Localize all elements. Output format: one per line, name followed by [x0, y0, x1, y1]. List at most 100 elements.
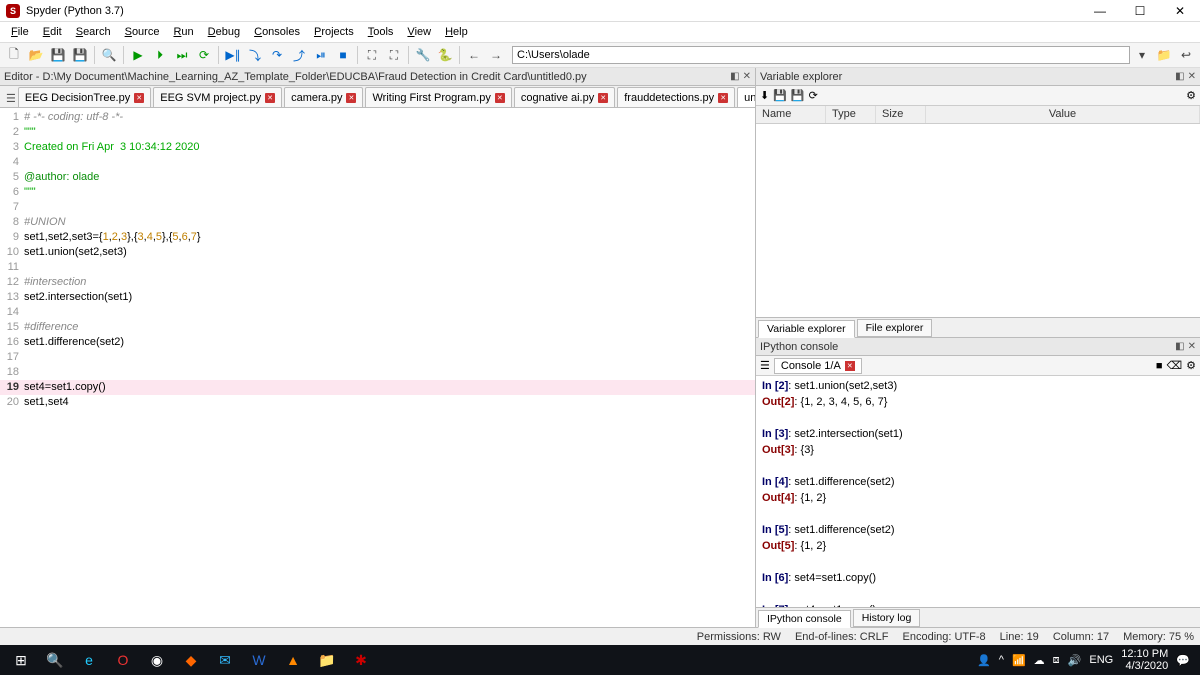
- close-button[interactable]: ✕: [1160, 0, 1200, 22]
- file-tab[interactable]: camera.py✕: [284, 87, 363, 107]
- menu-help[interactable]: Help: [438, 24, 475, 40]
- tab-history-log[interactable]: History log: [853, 609, 921, 627]
- save-data-icon[interactable]: 💾: [773, 89, 787, 102]
- forward-icon[interactable]: →: [486, 45, 506, 65]
- close-icon[interactable]: ✕: [346, 93, 356, 103]
- language-indicator[interactable]: ENG: [1089, 654, 1113, 666]
- file-tab[interactable]: EEG SVM project.py✕: [153, 87, 282, 107]
- people-icon[interactable]: 👤: [977, 654, 991, 667]
- search-icon[interactable]: 🔍: [38, 645, 72, 675]
- menu-debug[interactable]: Debug: [201, 24, 247, 40]
- options-icon[interactable]: ⚙: [1186, 89, 1196, 102]
- col-size[interactable]: Size: [876, 106, 926, 123]
- close-pane-icon[interactable]: ✕: [1188, 71, 1196, 82]
- edge-icon[interactable]: e: [72, 645, 106, 675]
- step-over-icon[interactable]: ↷: [267, 45, 287, 65]
- maximize-pane-icon[interactable]: ⛶: [362, 45, 382, 65]
- console-tab[interactable]: Console 1/A✕: [774, 358, 862, 374]
- minimize-button[interactable]: —: [1080, 0, 1120, 22]
- refresh-icon[interactable]: ⟳: [809, 89, 818, 102]
- cloud-icon[interactable]: ☁: [1034, 654, 1045, 667]
- menu-tools[interactable]: Tools: [361, 24, 401, 40]
- working-directory-field[interactable]: C:\Users\olade: [512, 46, 1130, 64]
- windows-taskbar[interactable]: ⊞ 🔍 e O ◉ ◆ ✉ W ▲ 📁 ✱ 👤 ^ 📶 ☁ ⧈ 🔊 ENG 12…: [0, 645, 1200, 675]
- col-type[interactable]: Type: [826, 106, 876, 123]
- preferences-icon[interactable]: 🔧: [413, 45, 433, 65]
- close-icon[interactable]: ✕: [718, 93, 728, 103]
- run-cell-icon[interactable]: ⏵: [150, 45, 170, 65]
- tab-variable-explorer[interactable]: Variable explorer: [758, 320, 855, 338]
- close-pane-icon[interactable]: ✕: [743, 71, 751, 82]
- import-icon[interactable]: ⬇: [760, 89, 769, 102]
- save-icon[interactable]: 💾: [48, 45, 68, 65]
- vlc-icon[interactable]: ▲: [276, 645, 310, 675]
- open-file-icon[interactable]: 📂: [26, 45, 46, 65]
- tray-expand-icon[interactable]: ^: [999, 654, 1004, 666]
- varexp-body[interactable]: [756, 124, 1200, 317]
- menu-source[interactable]: Source: [118, 24, 167, 40]
- menu-search[interactable]: Search: [69, 24, 118, 40]
- close-icon[interactable]: ✕: [265, 93, 275, 103]
- debug-icon[interactable]: ▶∥: [223, 45, 243, 65]
- back-icon[interactable]: ←: [464, 45, 484, 65]
- file-tab[interactable]: EEG DecisionTree.py✕: [18, 87, 151, 107]
- menu-consoles[interactable]: Consoles: [247, 24, 307, 40]
- parent-dir-icon[interactable]: ↩: [1176, 45, 1196, 65]
- clear-icon[interactable]: ⌫: [1167, 359, 1183, 372]
- close-pane-icon[interactable]: ✕: [1188, 341, 1196, 352]
- maximize-button[interactable]: ☐: [1120, 0, 1160, 22]
- menu-file[interactable]: File: [4, 24, 36, 40]
- new-file-icon[interactable]: 🗋: [4, 45, 24, 65]
- save-all-icon[interactable]: 💾: [70, 45, 90, 65]
- undock-icon[interactable]: ◧: [1175, 71, 1184, 82]
- file-tab[interactable]: frauddetections.py✕: [617, 87, 735, 107]
- undock-icon[interactable]: ◧: [730, 71, 739, 82]
- ipython-console[interactable]: In [2]: set1.union(set2,set3)Out[2]: {1,…: [756, 376, 1200, 607]
- fullscreen-icon[interactable]: ⛶: [384, 45, 404, 65]
- col-value[interactable]: Value: [926, 106, 1200, 123]
- menu-run[interactable]: Run: [166, 24, 200, 40]
- mail-icon[interactable]: ✉: [208, 645, 242, 675]
- col-name[interactable]: Name: [756, 106, 826, 123]
- run-icon[interactable]: ▶: [128, 45, 148, 65]
- dropdown-icon[interactable]: ▾: [1132, 45, 1152, 65]
- explorer-icon[interactable]: 📁: [310, 645, 344, 675]
- chrome-icon[interactable]: ◉: [140, 645, 174, 675]
- stop-icon[interactable]: ■: [1156, 360, 1163, 372]
- close-icon[interactable]: ✕: [495, 93, 505, 103]
- save-as-icon[interactable]: 💾: [791, 89, 805, 102]
- notifications-icon[interactable]: 💬: [1176, 654, 1190, 667]
- tab-file-explorer[interactable]: File explorer: [857, 319, 933, 337]
- menu-edit[interactable]: Edit: [36, 24, 69, 40]
- close-icon[interactable]: ✕: [134, 93, 144, 103]
- console-list-icon[interactable]: ☰: [760, 359, 770, 372]
- dropbox-icon[interactable]: ⧈: [1053, 654, 1060, 667]
- file-tab[interactable]: Writing First Program.py✕: [365, 87, 511, 107]
- close-icon[interactable]: ✕: [598, 93, 608, 103]
- code-editor[interactable]: 1# -*- coding: utf-8 -*-2"""3Created on …: [0, 108, 755, 627]
- spyder-taskbar-icon[interactable]: ✱: [344, 645, 378, 675]
- brave-icon[interactable]: ◆: [174, 645, 208, 675]
- options-icon[interactable]: ⚙: [1186, 359, 1196, 372]
- menu-projects[interactable]: Projects: [307, 24, 361, 40]
- search-icon[interactable]: 🔍: [99, 45, 119, 65]
- clock[interactable]: 12:10 PM4/3/2020: [1121, 648, 1168, 672]
- opera-icon[interactable]: O: [106, 645, 140, 675]
- browse-folder-icon[interactable]: 📁: [1154, 45, 1174, 65]
- continue-icon[interactable]: ⏯: [311, 45, 331, 65]
- step-out-icon[interactable]: ⤴: [289, 45, 309, 65]
- stop-debug-icon[interactable]: ■: [333, 45, 353, 65]
- close-icon[interactable]: ✕: [845, 361, 855, 371]
- step-into-icon[interactable]: ⤵: [245, 45, 265, 65]
- start-icon[interactable]: ⊞: [4, 645, 38, 675]
- menu-view[interactable]: View: [400, 24, 438, 40]
- file-tab[interactable]: cognative ai.py✕: [514, 87, 615, 107]
- tab-ipython-console[interactable]: IPython console: [758, 610, 851, 628]
- rerun-icon[interactable]: ⟳: [194, 45, 214, 65]
- wifi-icon[interactable]: 📶: [1012, 654, 1026, 667]
- tab-list-icon[interactable]: ☰: [6, 89, 16, 107]
- run-selection-icon[interactable]: ⏭: [172, 45, 192, 65]
- undock-icon[interactable]: ◧: [1175, 341, 1184, 352]
- file-tab[interactable]: untitled0.py*✕: [737, 87, 755, 107]
- word-icon[interactable]: W: [242, 645, 276, 675]
